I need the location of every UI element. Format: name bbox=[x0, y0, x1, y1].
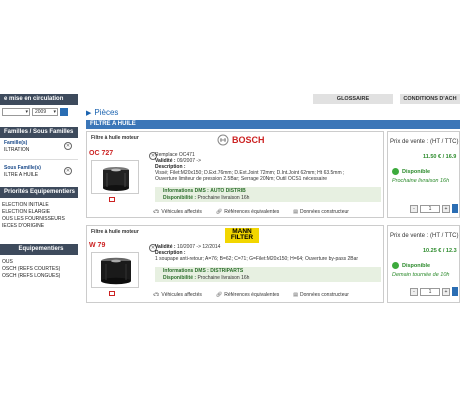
product-image[interactable] bbox=[91, 160, 139, 194]
availability-status: Disponible bbox=[392, 168, 430, 175]
available-dot-icon bbox=[392, 262, 399, 269]
priorite-item[interactable]: ELECTION ELARGIE bbox=[0, 209, 78, 216]
category-bar: FILTRE A HUILE bbox=[86, 120, 460, 129]
sous-famille-filter-value: ILTRE A HUILE bbox=[4, 172, 39, 178]
bosch-armature-icon bbox=[217, 134, 229, 146]
desc-line: Ouverture limiteur de pression 2.5Bar; S… bbox=[155, 176, 328, 182]
year-select[interactable]: 2009 bbox=[32, 108, 58, 116]
qty-input[interactable]: 1 bbox=[420, 204, 440, 213]
product-actions: 🚗︎ Véhicules affectés 🔗︎ Références équiva… bbox=[153, 209, 349, 215]
document-icon: ▤ bbox=[293, 292, 298, 298]
oil-filter-icon bbox=[103, 167, 129, 191]
circulation-header: e mise en circulation bbox=[0, 94, 78, 105]
product-description: Remplace OC471 Validité : 09/2007 -> Des… bbox=[155, 152, 381, 182]
add-to-cart-button[interactable] bbox=[452, 204, 458, 213]
brand-name: BOSCH bbox=[232, 135, 265, 145]
qty-minus-button[interactable]: - bbox=[410, 287, 418, 296]
link-icon: 🔗︎ bbox=[215, 292, 223, 298]
circulation-date-row: 2009 bbox=[0, 105, 78, 119]
vehicules-affectes-link[interactable]: 🚗︎ Véhicules affectés bbox=[153, 292, 202, 298]
brand-logo: MANN FILTER bbox=[225, 228, 259, 243]
add-to-cart-button[interactable] bbox=[452, 287, 458, 296]
pieces-title: ▶ Pièces bbox=[86, 108, 118, 117]
delivery-delay: Prochaine livraison 16h bbox=[392, 178, 450, 184]
product-card: Filtre à huile moteur MANN FILTER W 79 ✕… bbox=[86, 225, 384, 303]
brand-logo: BOSCH bbox=[217, 134, 265, 146]
product-image[interactable] bbox=[91, 252, 139, 288]
price-value: 10.25 € / 12.3 bbox=[423, 248, 457, 254]
priorite-item[interactable]: OUS LES FOURNISSEURS bbox=[0, 216, 78, 223]
price-box: Prix de vente : (HT / TTC) 11.50 € / 16.… bbox=[387, 131, 460, 218]
price-box: Prix de vente : (HT / TTC) 10.25 € / 12.… bbox=[387, 225, 460, 303]
quantity-stepper: - 1 + bbox=[410, 204, 458, 213]
sous-famille-filter: Sous Famille(s) ILTRE A HUILE ✕ bbox=[0, 163, 78, 181]
product-description: Validité : 10/2007 -> 12/2014 Descriptio… bbox=[155, 244, 381, 262]
pieces-title-text: Pièces bbox=[94, 108, 119, 117]
vehicules-affectes-link[interactable]: 🚗︎ Véhicules affectés bbox=[153, 209, 202, 215]
glossaire-button[interactable]: GLOSSAIRE bbox=[313, 94, 393, 104]
product-reference[interactable]: W 79 bbox=[89, 242, 105, 249]
manufacturer-mini-logo bbox=[109, 290, 115, 297]
qty-plus-button[interactable]: + bbox=[442, 204, 450, 213]
famille-filter: Famille(s) ILTRATION ✕ bbox=[0, 138, 78, 156]
equipementier-item[interactable]: OSCH (REFS LONGUES) bbox=[0, 273, 78, 280]
equipementier-item[interactable]: OSCH (REFS COURTES) bbox=[0, 266, 78, 273]
dms-info: Informations DMS : DISTRIPARTS Disponibi… bbox=[155, 267, 381, 282]
priorites-header: Priorités Equipementiers bbox=[0, 187, 78, 198]
qty-input[interactable]: 1 bbox=[420, 287, 440, 296]
page: e mise en circulation 2009 Familles / So… bbox=[0, 0, 460, 400]
divider bbox=[0, 159, 78, 160]
product-type: Filtre à huile moteur bbox=[91, 229, 139, 235]
remove-sous-famille-icon[interactable]: ✕ bbox=[64, 167, 72, 175]
sidebar: e mise en circulation 2009 Familles / So… bbox=[0, 94, 78, 280]
qty-minus-button[interactable]: - bbox=[410, 204, 418, 213]
priorite-item[interactable]: ELECTION INITIALE bbox=[0, 202, 78, 209]
month-select[interactable] bbox=[2, 108, 30, 116]
equipementiers-header: Equipementiers bbox=[0, 244, 78, 255]
manufacturer-mini-logo bbox=[109, 196, 115, 203]
donnees-constructeur-link[interactable]: ▤ Données constructeur bbox=[293, 209, 349, 215]
dms-info: Informations DMS : AUTO DISTRIB Disponib… bbox=[155, 187, 381, 202]
arrow-right-icon: ▶ bbox=[86, 110, 92, 117]
product-actions: 🚗︎ Véhicules affectés 🔗︎ Références équiva… bbox=[153, 292, 349, 298]
product-reference[interactable]: OC 727 bbox=[89, 150, 113, 157]
remove-famille-icon[interactable]: ✕ bbox=[64, 142, 72, 150]
references-equivalentes-link[interactable]: 🔗︎ Références équivalentes bbox=[216, 292, 279, 298]
oil-filter-icon bbox=[101, 257, 131, 285]
conditions-button[interactable]: CONDITIONS D'ACH bbox=[400, 94, 460, 104]
desc-line: 1 soupape anti-retour; A=76; B=62; C=71;… bbox=[155, 256, 359, 262]
quantity-stepper: - 1 + bbox=[410, 287, 458, 296]
date-submit-button[interactable] bbox=[60, 108, 68, 116]
document-icon: ▤ bbox=[293, 209, 298, 215]
equipementier-item[interactable]: OUS bbox=[0, 259, 78, 266]
qty-plus-button[interactable]: + bbox=[442, 287, 450, 296]
brand-line2: FILTER bbox=[230, 234, 254, 241]
familles-header: Familles / Sous Familles bbox=[0, 127, 78, 138]
product-card: Filtre à huile moteur BOSCH OC 727 ✕ Rem… bbox=[86, 131, 384, 218]
price-value: 11.50 € / 16.9 bbox=[423, 154, 457, 160]
price-label: Prix de vente : (HT / TTC) bbox=[390, 139, 459, 145]
product-type: Filtre à huile moteur bbox=[91, 135, 139, 141]
delivery-delay: Demain tournée de 10h bbox=[392, 272, 450, 278]
priorite-item[interactable]: IECES D'ORIGINE bbox=[0, 223, 78, 230]
price-label: Prix de vente : (HT / TTC) bbox=[390, 233, 459, 239]
references-equivalentes-link[interactable]: 🔗︎ Références équivalentes bbox=[216, 209, 279, 215]
availability-status: Disponible bbox=[392, 262, 430, 269]
famille-filter-value: ILTRATION bbox=[4, 147, 30, 153]
available-dot-icon bbox=[392, 168, 399, 175]
car-icon: 🚗︎ bbox=[153, 209, 160, 215]
link-icon: 🔗︎ bbox=[215, 209, 223, 215]
donnees-constructeur-link[interactable]: ▤ Données constructeur bbox=[293, 292, 349, 298]
car-icon: 🚗︎ bbox=[153, 292, 160, 298]
